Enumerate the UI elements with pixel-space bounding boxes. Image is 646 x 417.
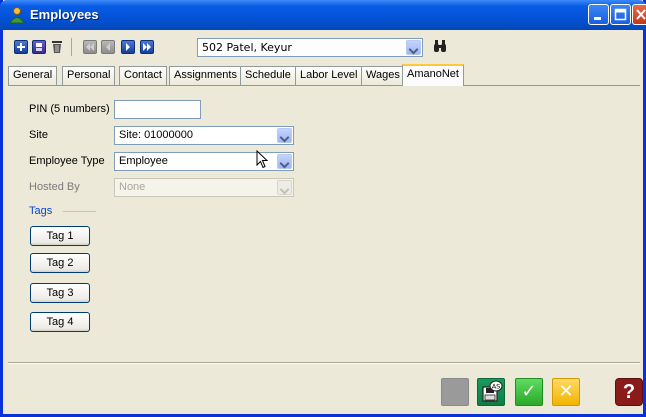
- pin-input[interactable]: [114, 100, 201, 119]
- add-icon: [17, 43, 25, 51]
- chevron-down-icon[interactable]: [277, 128, 292, 143]
- window-title: Employees: [30, 7, 99, 22]
- delete-icon: [52, 41, 62, 53]
- toolbar: 502 Patel, Keyur: [3, 30, 643, 63]
- chevron-down-icon: [277, 180, 292, 195]
- tag-1-label: Tag 1: [46, 230, 74, 242]
- title-bar[interactable]: Employees: [0, 0, 646, 30]
- cancel-x-icon: ✕: [558, 381, 574, 402]
- tab-labor-level[interactable]: Labor Level: [295, 66, 363, 85]
- add-button[interactable]: [14, 40, 28, 54]
- close-button[interactable]: [632, 4, 646, 25]
- help-icon: ?: [622, 381, 636, 403]
- tag-4-label: Tag 4: [46, 316, 74, 328]
- tab-schedule[interactable]: Schedule: [240, 66, 296, 85]
- employees-app-icon: [9, 7, 25, 24]
- site-select[interactable]: Site: 01000000: [114, 126, 294, 145]
- tag-3-button[interactable]: Tag 3: [30, 283, 90, 303]
- last-record-icon: [143, 43, 151, 51]
- tab-label: Assignments: [174, 69, 237, 81]
- tab-label: General: [13, 69, 53, 81]
- tab-contact[interactable]: Contact: [119, 66, 167, 85]
- save-as-icon: AS: [482, 380, 503, 402]
- tab-label: Personal: [67, 69, 111, 81]
- next-record-icon: [126, 43, 130, 51]
- save-as-button[interactable]: AS: [477, 378, 505, 406]
- tab-label: Wages: [366, 69, 400, 81]
- first-record-button[interactable]: [83, 40, 97, 54]
- maximize-button[interactable]: [610, 4, 631, 25]
- chevron-down-icon[interactable]: [406, 40, 421, 55]
- pin-label: PIN (5 numbers): [29, 103, 110, 115]
- disabled-footer-button: [441, 378, 469, 406]
- amanonet-panel: PIN (5 numbers) Site Site: 01000000 Empl…: [8, 86, 640, 360]
- toolbar-separator: [71, 38, 72, 56]
- cancel-button[interactable]: ✕: [552, 378, 580, 406]
- employee-type-value: Employee: [119, 155, 168, 167]
- tags-group-line: [63, 211, 96, 212]
- minimize-button[interactable]: [588, 4, 609, 25]
- employee-type-label: Employee Type: [29, 155, 105, 167]
- tags-group-title: Tags: [29, 205, 53, 217]
- tab-wages[interactable]: Wages: [361, 66, 405, 85]
- next-record-button[interactable]: [121, 40, 135, 54]
- tab-personal[interactable]: Personal: [62, 66, 116, 85]
- ok-check-icon: ✓: [521, 381, 537, 402]
- ok-button[interactable]: ✓: [515, 378, 543, 406]
- employee-select-value: 502 Patel, Keyur: [202, 41, 292, 54]
- site-label: Site: [29, 129, 48, 141]
- last-record-button[interactable]: [140, 40, 154, 54]
- close-icon: [636, 9, 646, 20]
- save-as-badge: AS: [492, 383, 501, 391]
- maximize-icon: [614, 8, 627, 21]
- hosted-by-select: None: [114, 178, 294, 197]
- tag-4-button[interactable]: Tag 4: [30, 312, 90, 332]
- previous-record-button[interactable]: [101, 40, 115, 54]
- save-record-button[interactable]: [32, 40, 46, 54]
- minimize-icon: [594, 17, 601, 20]
- tag-3-label: Tag 3: [46, 287, 74, 299]
- employee-select[interactable]: 502 Patel, Keyur: [197, 38, 423, 57]
- help-button[interactable]: ?: [615, 378, 643, 406]
- tag-1-button[interactable]: Tag 1: [30, 226, 90, 246]
- save-record-icon: [36, 43, 42, 51]
- first-record-icon: [86, 43, 94, 51]
- tab-amanonet[interactable]: AmanoNet: [402, 64, 464, 86]
- site-value: Site: 01000000: [119, 129, 194, 141]
- tab-general[interactable]: General: [8, 66, 58, 85]
- delete-button[interactable]: [51, 40, 63, 54]
- mouse-cursor-icon: [256, 150, 268, 169]
- tab-label: AmanoNet: [407, 68, 459, 80]
- employees-window: Employees 502 Patel, Keyur General Perso…: [0, 0, 646, 417]
- tag-2-label: Tag 2: [46, 257, 74, 269]
- binoculars-search-icon[interactable]: [433, 39, 447, 56]
- hosted-by-label: Hosted By: [29, 181, 80, 193]
- tab-strip: General Personal Contact Assignments Sch…: [8, 64, 638, 86]
- tab-label: Schedule: [245, 69, 291, 81]
- tab-label: Labor Level: [300, 69, 358, 81]
- tag-2-button[interactable]: Tag 2: [30, 253, 90, 273]
- hosted-by-value: None: [119, 181, 146, 193]
- chevron-down-icon[interactable]: [277, 154, 292, 169]
- previous-record-icon: [106, 43, 110, 51]
- footer-panel: [8, 362, 640, 413]
- binoculars-glyph: [434, 40, 446, 52]
- tab-assignments[interactable]: Assignments: [169, 66, 242, 85]
- tab-label: Contact: [124, 69, 162, 81]
